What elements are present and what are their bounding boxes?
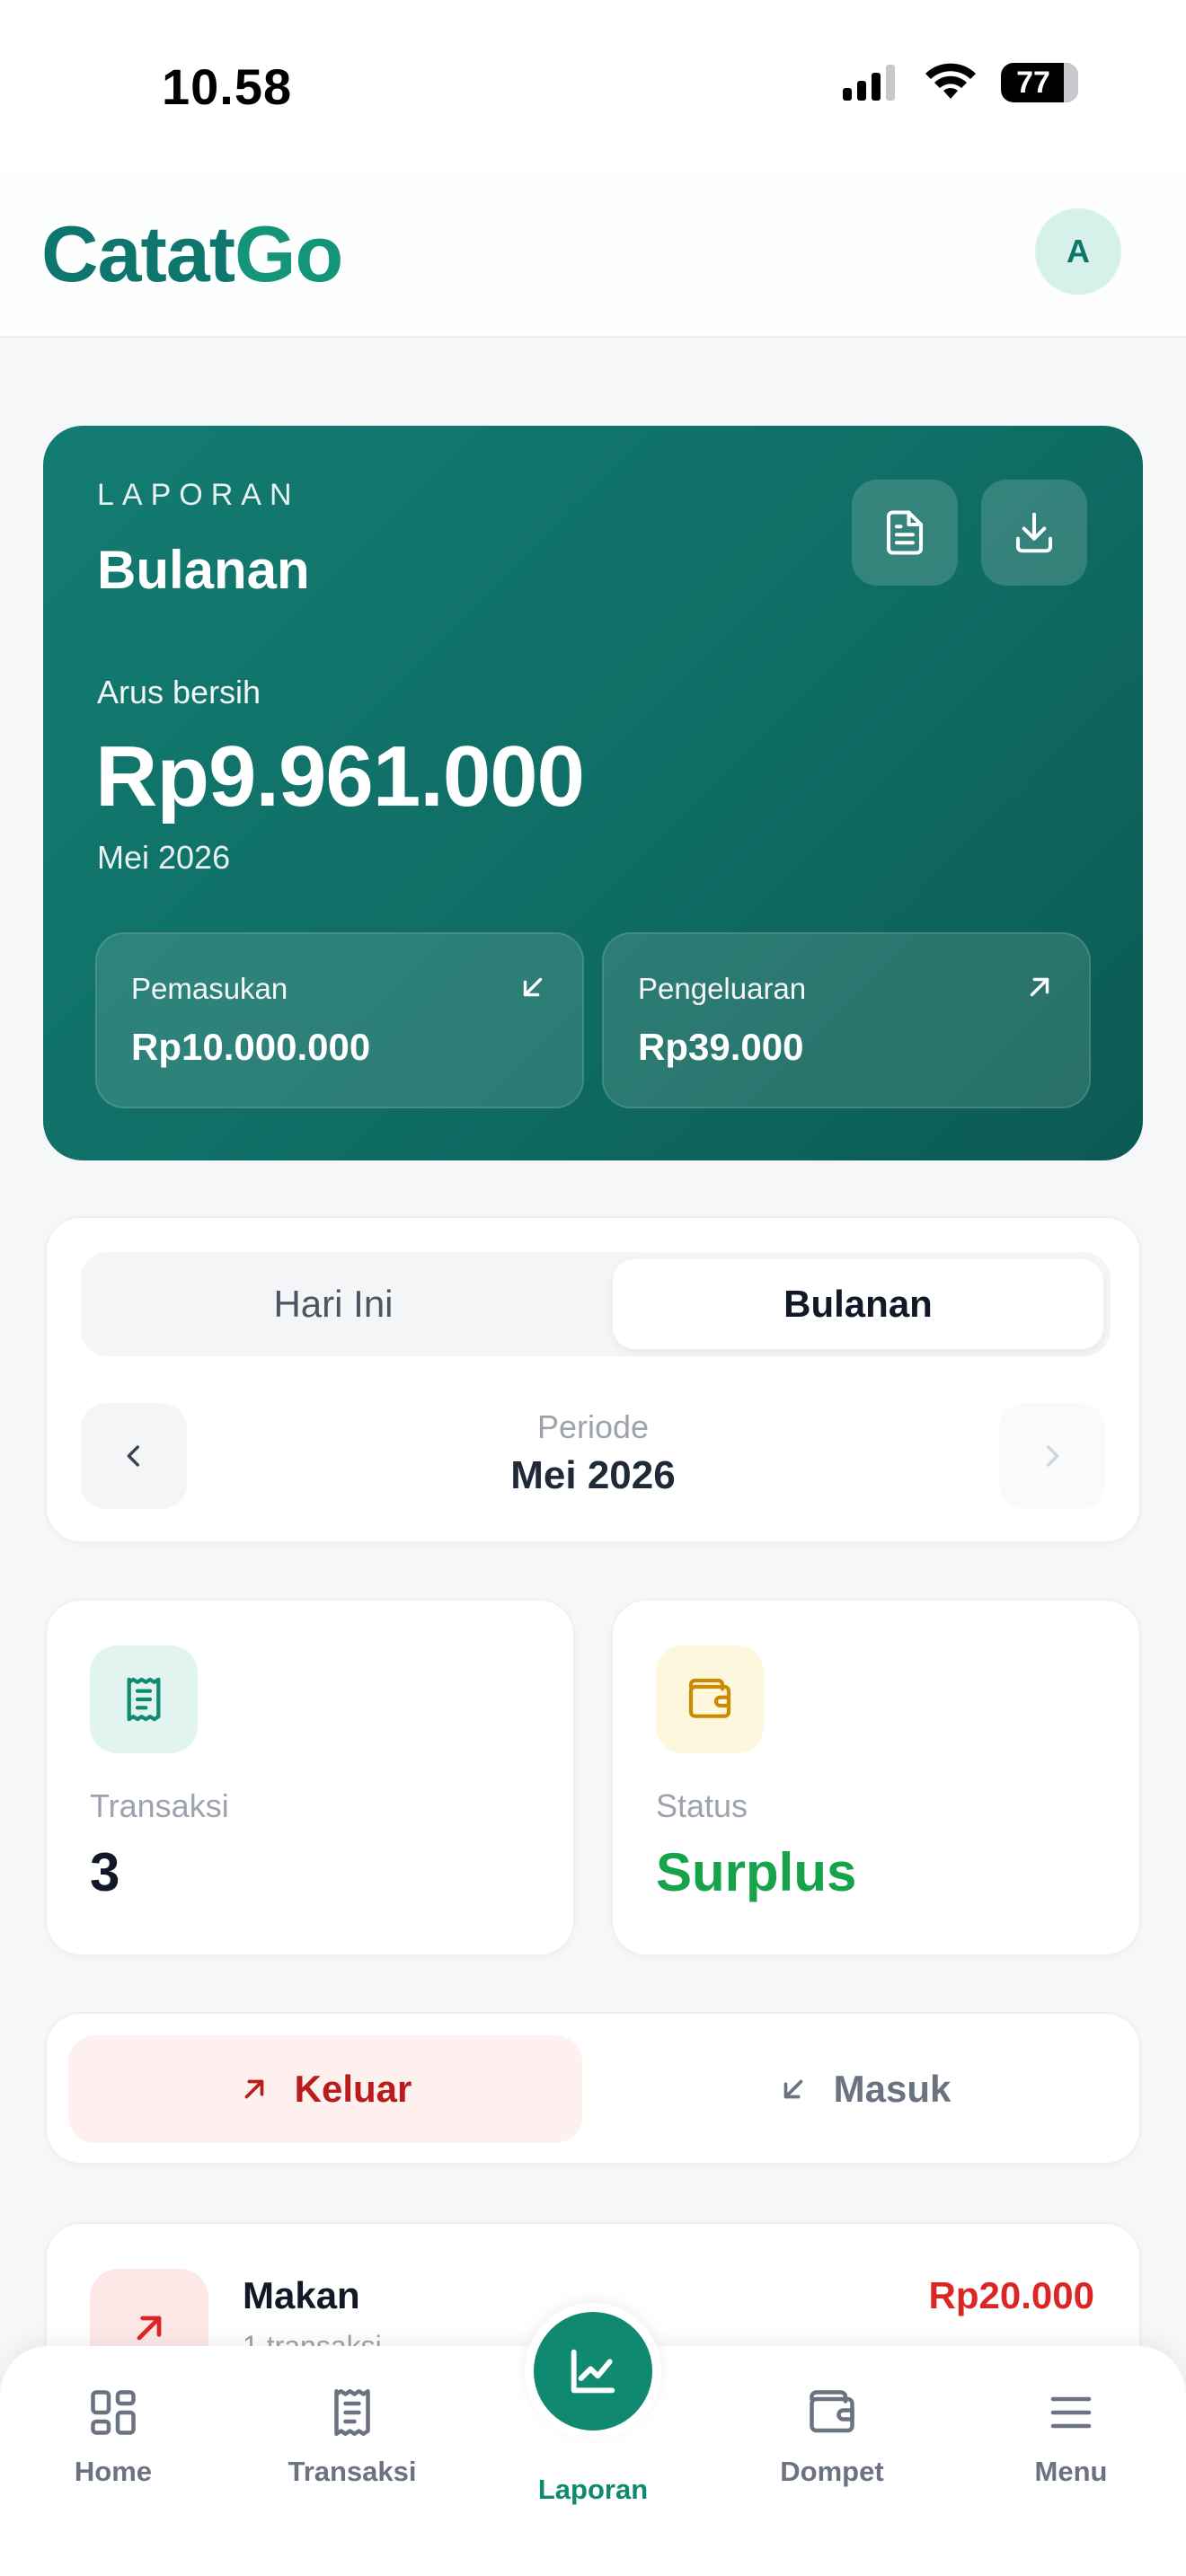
document-button[interactable]: [852, 480, 958, 586]
status-time: 10.58: [162, 58, 293, 115]
status-icons: 77: [843, 63, 1078, 102]
nav-home-label: Home: [74, 2456, 153, 2487]
period-label: Periode: [536, 1408, 650, 1445]
tab-today[interactable]: Hari Ini: [88, 1259, 579, 1349]
net-flow-value: Rp9.961.000: [95, 728, 585, 825]
report-title: Bulanan: [97, 540, 310, 600]
download-button[interactable]: [981, 480, 1087, 586]
nav-home[interactable]: Home: [23, 2386, 203, 2488]
nav-dompet-label: Dompet: [780, 2456, 884, 2487]
income-value: Rp10.000.000: [131, 1026, 371, 1068]
cellular-signal-icon: [843, 65, 895, 101]
battery-level: 77: [1016, 65, 1050, 100]
type-toggle-card: Keluar Masuk: [45, 2012, 1141, 2165]
hamburger-menu-icon: [1050, 2396, 1092, 2429]
download-icon: [1015, 512, 1053, 553]
net-flow-label: Arus bersih: [97, 674, 261, 710]
transactions-value: 3: [90, 1842, 120, 1902]
receipt-icon-box: [90, 1645, 198, 1753]
status-label: Status: [656, 1787, 748, 1824]
transactions-stat-card: Transaksi 3: [45, 1599, 575, 1956]
income-summary: Pemasukan Rp10.000.000: [95, 932, 584, 1108]
income-toggle-label: Masuk: [833, 2068, 951, 2110]
app-logo: CatatGo: [41, 208, 343, 300]
arrow-down-left-icon: [783, 2079, 802, 2099]
arrow-up-right-icon: [1030, 977, 1049, 997]
nav-laporan-label[interactable]: Laporan: [503, 2474, 683, 2506]
nav-dompet[interactable]: Dompet: [742, 2386, 922, 2488]
expense-toggle-button[interactable]: Keluar: [68, 2035, 582, 2143]
chevron-right-icon: [1047, 1445, 1059, 1467]
nav-laporan[interactable]: [525, 2303, 661, 2439]
nav-menu-label: Menu: [1034, 2456, 1108, 2487]
category-name: Makan: [243, 2274, 360, 2316]
expense-toggle-label: Keluar: [294, 2068, 412, 2110]
expense-label: Pengeluaran: [638, 972, 807, 1005]
document-icon: [886, 510, 924, 555]
wallet-icon-box: [656, 1645, 764, 1753]
logo-catat: Catat: [41, 209, 235, 298]
line-chart-icon: [571, 2349, 615, 2394]
tab-monthly[interactable]: Bulanan: [613, 1259, 1103, 1349]
period-segmented-control: Hari Ini Bulanan: [81, 1252, 1111, 1356]
wifi-icon: [925, 63, 976, 99]
report-eyebrow: LAPORAN: [97, 478, 300, 512]
category-amount: Rp20.000: [928, 2274, 1094, 2316]
period-value: Mei 2026: [510, 1453, 676, 1497]
arrow-down-left-icon: [523, 977, 543, 997]
nav-transaksi-label: Transaksi: [288, 2456, 417, 2487]
laporan-fab[interactable]: [534, 2312, 652, 2430]
app-header: CatatGo A: [0, 171, 1186, 338]
logo-go: Go: [235, 209, 343, 298]
report-summary-card: LAPORAN Bulanan Arus bersih Rp9.961.000 …: [43, 426, 1143, 1160]
status-value: Surplus: [656, 1842, 857, 1902]
next-period-button[interactable]: [999, 1403, 1105, 1509]
transactions-label: Transaksi: [90, 1787, 229, 1824]
net-flow-period: Mei 2026: [97, 839, 231, 876]
wallet-icon: [810, 2390, 854, 2433]
status-bar: 10.58 77: [0, 0, 1186, 171]
grid-icon: [91, 2390, 136, 2435]
receipt-icon: [127, 1677, 161, 1722]
income-toggle-button[interactable]: Masuk: [607, 2035, 1121, 2143]
income-label: Pemasukan: [131, 972, 288, 1005]
battery-icon: 77: [1001, 63, 1078, 102]
arrow-up-right-icon: [244, 2079, 263, 2099]
arrow-up-right-icon: [137, 2316, 162, 2341]
avatar[interactable]: A: [1035, 208, 1121, 295]
expense-summary: Pengeluaran Rp39.000: [602, 932, 1091, 1108]
nav-transaksi[interactable]: Transaksi: [262, 2386, 442, 2488]
period-selector-card: Hari Ini Bulanan Periode Mei 2026: [45, 1216, 1141, 1543]
nav-menu[interactable]: Menu: [981, 2386, 1161, 2488]
wallet-icon: [688, 1678, 731, 1718]
expense-value: Rp39.000: [638, 1026, 804, 1068]
receipt-icon: [334, 2389, 370, 2436]
status-stat-card: Status Surplus: [611, 1599, 1141, 1956]
